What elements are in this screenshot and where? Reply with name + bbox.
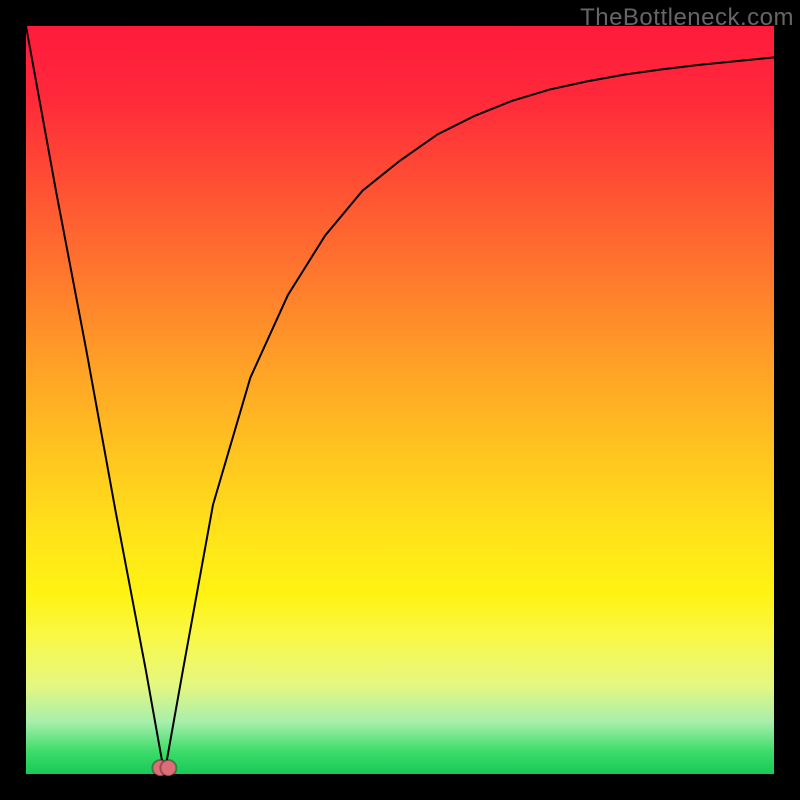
minimum-marker	[152, 760, 176, 776]
watermark-text: TheBottleneck.com	[580, 4, 794, 32]
bottleneck-curve	[26, 26, 774, 774]
curve-svg	[26, 26, 774, 774]
chart-frame: TheBottleneck.com	[0, 0, 800, 800]
plot-area	[26, 26, 774, 774]
